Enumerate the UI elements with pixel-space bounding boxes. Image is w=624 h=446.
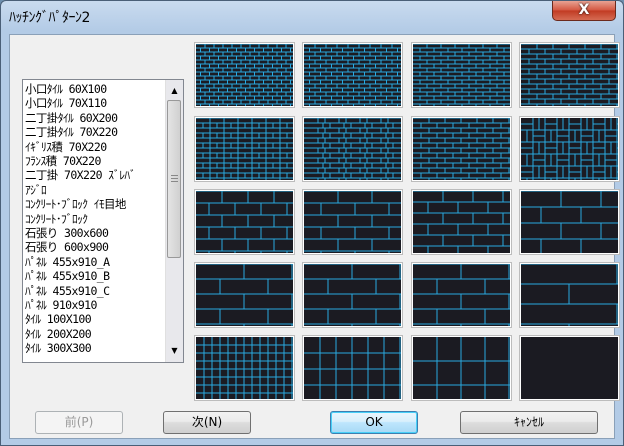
pattern-preview-tile[interactable] — [411, 189, 512, 255]
pattern-list-item[interactable]: ｺﾝｸﾘｰﾄ･ﾌﾞﾛｯｸ ｲﾓ目地 — [25, 198, 165, 211]
pattern-preview-tile[interactable] — [302, 262, 403, 328]
close-button[interactable]: X — [552, 1, 616, 21]
title-bar[interactable]: ﾊｯﾁﾝｸﾞﾊﾟﾀｰﾝ2 X — [1, 1, 623, 33]
pattern-preview-tile[interactable] — [519, 335, 620, 401]
pattern-list-item[interactable]: ｲｷﾞﾘｽ積 70X220 — [25, 141, 165, 154]
prev-button[interactable]: 前(P) — [35, 411, 123, 434]
pattern-list-item[interactable]: ﾊﾟﾈﾙ 455x910_B — [25, 270, 165, 283]
pattern-preview-tile[interactable] — [411, 116, 512, 182]
pattern-list-item[interactable]: 二丁掛 70X220 ｽﾞﾚﾊﾞ — [25, 169, 165, 182]
pattern-preview-tile[interactable] — [519, 116, 620, 182]
ok-button[interactable]: OK — [330, 411, 418, 434]
pattern-list-item[interactable]: ｱｼﾞﾛ — [25, 184, 165, 197]
pattern-list-item[interactable]: 小口ﾀｲﾙ 60X100 — [25, 83, 165, 96]
pattern-preview-tile[interactable] — [519, 189, 620, 255]
pattern-preview-tile[interactable] — [519, 42, 620, 108]
pattern-list-item[interactable]: ﾀｲﾙ 200X200 — [25, 328, 165, 341]
pattern-list-item[interactable]: ﾌﾗﾝｽ積 70X220 — [25, 155, 165, 168]
pattern-preview-tile[interactable] — [194, 116, 295, 182]
pattern-list-item[interactable]: ｺﾝｸﾘｰﾄ･ﾌﾞﾛｯｸ — [25, 213, 165, 226]
pattern-list[interactable]: 小口ﾀｲﾙ 60X100 小口ﾀｲﾙ 70X110 二丁掛ﾀｲﾙ 60X200 二丁掛… — [22, 79, 184, 363]
next-button[interactable]: 次(N) — [163, 411, 251, 434]
cancel-button[interactable]: ｷｬﾝｾﾙ — [460, 411, 598, 434]
scrollbar-thumb[interactable] — [167, 100, 181, 258]
pattern-preview-tile[interactable] — [302, 335, 403, 401]
pattern-list-item[interactable]: ﾊﾟﾈﾙ 455x910_A — [25, 256, 165, 269]
scroll-up-icon[interactable]: ▲ — [166, 82, 183, 99]
pattern-preview-tile[interactable] — [302, 42, 403, 108]
pattern-list-item[interactable]: ﾀｲﾙ 300X300 — [25, 342, 165, 355]
window-title: ﾊｯﾁﾝｸﾞﾊﾟﾀｰﾝ2 — [9, 10, 90, 26]
pattern-list-item[interactable]: 小口ﾀｲﾙ 70X110 — [25, 97, 165, 110]
pattern-preview-tile[interactable] — [411, 262, 512, 328]
grip-icon — [171, 175, 178, 182]
pattern-preview-tile[interactable] — [194, 262, 295, 328]
pattern-preview-tile[interactable] — [302, 116, 403, 182]
pattern-list-item[interactable]: ﾀｲﾙ 100X100 — [25, 313, 165, 326]
pattern-preview-tile[interactable] — [411, 42, 512, 108]
pattern-list-item[interactable]: 二丁掛ﾀｲﾙ 60X200 — [25, 112, 165, 125]
pattern-preview-tile[interactable] — [302, 189, 403, 255]
pattern-list-item[interactable]: ﾊﾟﾈﾙ 455x910_C — [25, 285, 165, 298]
pattern-list-item[interactable]: 石張り 600x900 — [25, 241, 165, 254]
pattern-list-scrollbar[interactable]: ▲ ▼ — [165, 80, 183, 362]
scroll-down-icon[interactable]: ▼ — [166, 342, 183, 359]
pattern-preview-tile[interactable] — [411, 335, 512, 401]
pattern-preview-tile[interactable] — [194, 189, 295, 255]
pattern-preview-tile[interactable] — [194, 335, 295, 401]
pattern-preview-tile[interactable] — [519, 262, 620, 328]
pattern-preview-tile[interactable] — [194, 42, 295, 108]
pattern-list-item[interactable]: 二丁掛ﾀｲﾙ 70X220 — [25, 126, 165, 139]
pattern-list-item[interactable]: ﾊﾟﾈﾙ 910x910 — [25, 299, 165, 312]
pattern-list-item[interactable]: 石張り 300x600 — [25, 227, 165, 240]
